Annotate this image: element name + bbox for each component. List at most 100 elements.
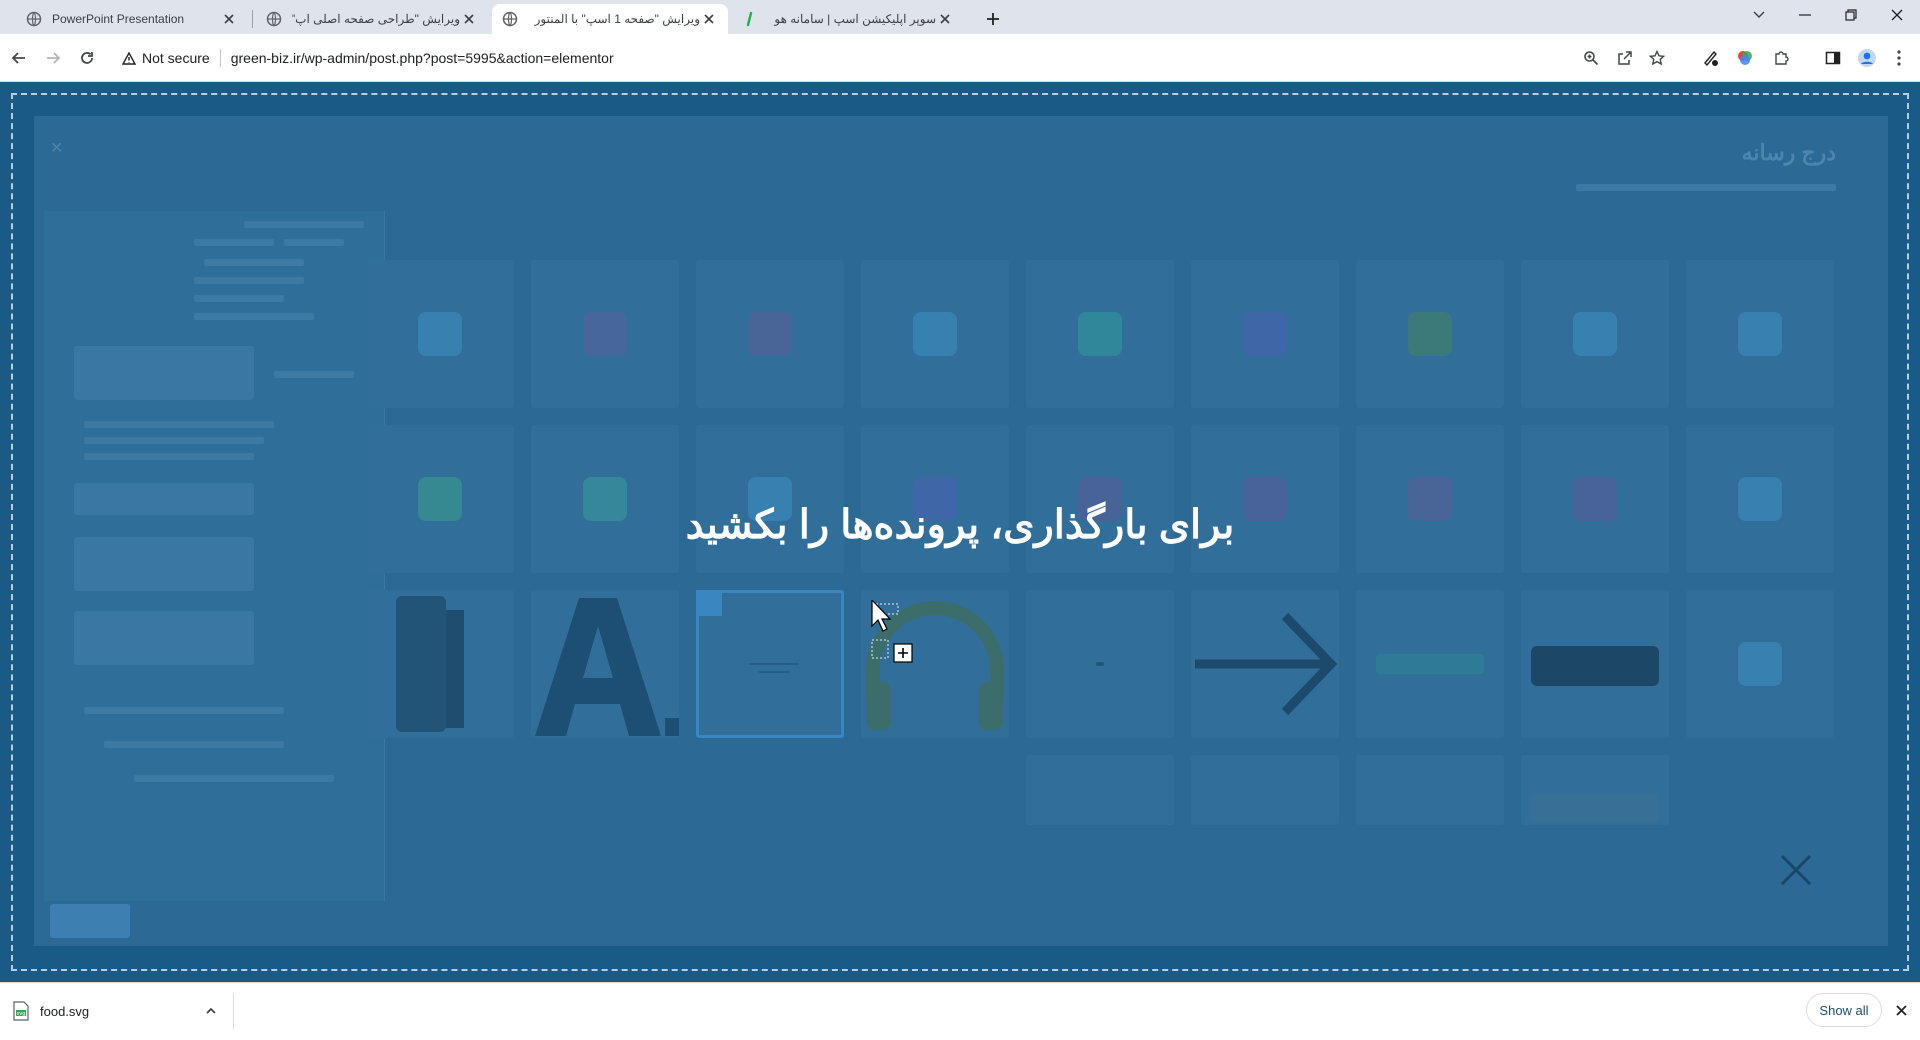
window-close-icon[interactable] xyxy=(1874,0,1920,30)
media-thumbnail xyxy=(366,260,514,408)
media-thumbnail xyxy=(1686,425,1834,573)
download-file-name: food.svg xyxy=(40,1003,90,1019)
media-thumbnail xyxy=(861,260,1009,408)
tab-search-icon[interactable] xyxy=(1736,0,1782,30)
media-thumbnail-selected xyxy=(696,590,844,738)
media-thumbnail xyxy=(1191,590,1339,738)
side-panel-icon[interactable] xyxy=(1818,43,1848,73)
show-all-downloads-button[interactable]: Show all xyxy=(1806,993,1882,1027)
tab-super-app[interactable]: سوپر اپلیکیشن اسپ | سامانه هو xyxy=(732,4,964,34)
chevron-up-icon[interactable] xyxy=(199,999,223,1023)
file-icon xyxy=(418,312,462,356)
file-icon xyxy=(583,312,627,356)
media-thumbnail xyxy=(1026,755,1174,825)
tab-home-design[interactable]: ویرایش "طراحی صفحه اصلی اپ" xyxy=(256,4,488,34)
insert-button-placeholder xyxy=(50,904,130,938)
share-icon[interactable] xyxy=(1610,43,1640,73)
media-thumbnail xyxy=(1026,260,1174,408)
file-icon xyxy=(1243,312,1287,356)
file-icon xyxy=(748,312,792,356)
download-item[interactable]: svg food.svg xyxy=(12,993,234,1029)
media-thumbnail xyxy=(531,590,679,738)
file-icon xyxy=(1738,312,1782,356)
media-thumbnail xyxy=(1356,260,1504,408)
zoom-icon[interactable] xyxy=(1576,43,1606,73)
restore-icon[interactable] xyxy=(1828,0,1874,30)
profile-avatar-icon[interactable] xyxy=(1852,43,1882,73)
tab-title: ویرایش "طراحی صفحه اصلی اپ" xyxy=(292,12,460,26)
attachment-details-panel xyxy=(44,211,385,901)
modal-close-icon: ✕ xyxy=(50,140,64,157)
tab-title: PowerPoint Presentation xyxy=(52,12,185,26)
elementor-editor-page: ✕ درج رسانه xyxy=(0,82,1920,982)
media-thumbnail xyxy=(1191,425,1339,573)
drag-cursor-icon xyxy=(870,600,920,670)
file-icon xyxy=(1078,312,1122,356)
download-bar: svg food.svg Show all xyxy=(0,982,1920,1040)
warning-icon xyxy=(122,51,136,65)
media-thumbnail xyxy=(1686,260,1834,408)
media-thumbnail xyxy=(1521,260,1669,408)
tab-strip: PowerPoint Presentation ویرایش "طراحی صف… xyxy=(0,0,1920,34)
leaf-icon xyxy=(742,11,758,27)
media-thumbnail xyxy=(1356,590,1504,738)
bookmark-star-icon[interactable] xyxy=(1642,43,1672,73)
svg-file-icon: svg xyxy=(12,1001,30,1021)
minimize-icon[interactable] xyxy=(1782,0,1828,30)
color-picker-extension-icon[interactable] xyxy=(1730,43,1760,73)
forward-button[interactable] xyxy=(38,43,68,73)
tab-separator xyxy=(252,10,253,28)
close-overlay-icon[interactable] xyxy=(1778,852,1814,888)
media-thumbnail xyxy=(1356,755,1504,825)
reload-button[interactable] xyxy=(72,43,102,73)
file-icon xyxy=(913,312,957,356)
media-thumbnail xyxy=(1026,425,1174,573)
globe-icon xyxy=(502,11,518,27)
back-button[interactable] xyxy=(4,43,34,73)
phone-image-icon xyxy=(396,596,464,732)
tab-powerpoint[interactable]: PowerPoint Presentation xyxy=(16,4,248,34)
media-thumbnail xyxy=(1521,590,1669,738)
drop-files-message: برای بارگذاری، پرونده‌ها را بکشید xyxy=(685,503,1235,547)
media-thumbnail xyxy=(1191,755,1339,825)
close-tab-icon[interactable] xyxy=(220,10,238,28)
media-thumbnail xyxy=(696,260,844,408)
tab-title: سوپر اپلیکیشن اسپ | سامانه هو xyxy=(774,12,936,26)
more-menu-icon[interactable] xyxy=(1884,43,1914,73)
puzzle-icon[interactable] xyxy=(1766,43,1796,73)
arrow-right-image-icon xyxy=(1195,612,1338,716)
media-thumbnail xyxy=(861,425,1009,573)
media-thumbnail xyxy=(1356,425,1504,573)
file-icon xyxy=(1408,312,1452,356)
media-thumbnail xyxy=(366,425,514,573)
close-download-bar-icon[interactable] xyxy=(1890,999,1912,1021)
pen-extension-icon[interactable] xyxy=(1696,43,1726,73)
close-tab-icon[interactable] xyxy=(936,10,954,28)
svg-text:svg: svg xyxy=(17,1011,26,1017)
media-thumbnail xyxy=(531,260,679,408)
url-text[interactable]: green-biz.ir/wp-admin/post.php?post=5995… xyxy=(231,50,614,66)
new-tab-button[interactable] xyxy=(980,6,1006,32)
media-thumbnail xyxy=(366,590,514,738)
globe-icon xyxy=(26,11,42,27)
modal-title: درج رسانه xyxy=(1741,140,1836,165)
address-bar[interactable]: Not secure green-biz.ir/wp-admin/post.ph… xyxy=(112,42,1712,74)
globe-icon xyxy=(266,11,282,27)
modal-subtitle-placeholder xyxy=(1576,184,1836,191)
browser-toolbar: Not secure green-biz.ir/wp-admin/post.ph… xyxy=(0,34,1920,82)
media-thumbnail xyxy=(696,425,844,573)
letter-a-image-icon xyxy=(535,598,679,736)
media-thumbnail xyxy=(1026,590,1174,738)
security-label: Not secure xyxy=(142,50,210,66)
media-thumbnail xyxy=(1521,425,1669,573)
media-thumbnail xyxy=(1686,590,1834,738)
media-thumbnail xyxy=(531,425,679,573)
file-icon xyxy=(1573,312,1617,356)
media-thumbnail xyxy=(1191,260,1339,408)
security-indicator[interactable]: Not secure xyxy=(122,50,210,66)
file-icon xyxy=(1738,642,1782,686)
close-tab-icon[interactable] xyxy=(460,10,478,28)
tab-title: ویرایش "صفحه 1 اسپ" با المنتور xyxy=(534,12,700,26)
tab-elementor[interactable]: ویرایش "صفحه 1 اسپ" با المنتور xyxy=(492,4,728,34)
close-tab-icon[interactable] xyxy=(700,10,718,28)
